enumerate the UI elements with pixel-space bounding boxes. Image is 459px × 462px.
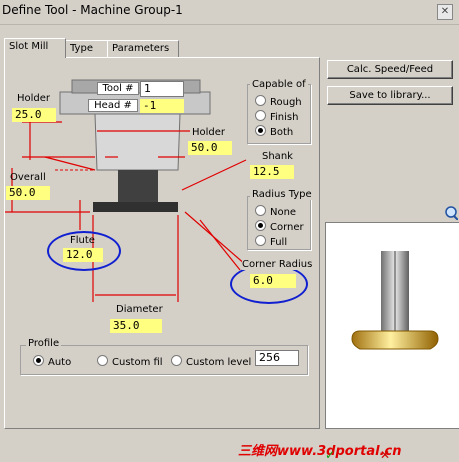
radio-custom-level-label: Custom level (186, 357, 252, 368)
radio-dot-selected (255, 125, 266, 136)
radio-none-label: None (270, 207, 297, 218)
overall-label: Overall (10, 172, 46, 183)
radio-custom-file-label: Custom fil (112, 357, 163, 368)
shank-field[interactable]: 12.5 (250, 165, 294, 179)
radio-none[interactable]: None (255, 205, 296, 218)
diameter-label: Diameter (116, 304, 163, 315)
corner-radius-label: Corner Radius (242, 259, 313, 270)
head-number-label: Head # (88, 99, 138, 112)
shank-label: Shank (262, 151, 293, 162)
flute-label: Flute (70, 235, 95, 246)
corner-radius-field[interactable]: 6.0 (250, 274, 296, 288)
holder-length-label: Holder (192, 127, 226, 138)
shank-shape (118, 170, 158, 202)
radio-dot (255, 110, 266, 121)
radio-dot (171, 355, 182, 366)
radio-corner[interactable]: Corner (255, 220, 304, 233)
radio-full[interactable]: Full (255, 235, 287, 248)
holder-dia-field[interactable]: 25.0 (12, 108, 56, 122)
holder-dia-label: Holder (17, 93, 51, 104)
holder-body-shape (94, 113, 181, 171)
diameter-field[interactable]: 35.0 (110, 319, 162, 333)
flute-field[interactable]: 12.0 (63, 248, 103, 262)
flute-disc-shape (93, 202, 178, 212)
overall-field[interactable]: 50.0 (6, 186, 50, 200)
zoom-icon[interactable] (444, 205, 459, 221)
radio-dot (255, 235, 266, 246)
radio-both[interactable]: Both (255, 125, 293, 138)
radio-custom-level[interactable]: Custom level (171, 355, 251, 368)
tool-preview-drawing (351, 251, 439, 350)
tool-number-label: Tool # (97, 82, 139, 95)
capable-of-label: Capable of (250, 79, 308, 90)
calc-speed-feed-button[interactable]: Calc. Speed/Feed (327, 60, 453, 79)
radio-auto-label: Auto (48, 357, 72, 368)
head-number-field[interactable]: -1 (140, 99, 184, 113)
save-to-library-button[interactable]: Save to library... (327, 86, 453, 105)
radio-dot-selected (33, 355, 44, 366)
holder-length-field[interactable]: 50.0 (188, 141, 232, 155)
radio-custom-file[interactable]: Custom fil (97, 355, 163, 368)
radio-dot (97, 355, 108, 366)
radio-finish-label: Finish (270, 112, 299, 123)
tab-slot-mill[interactable]: Slot Mill (4, 38, 66, 58)
watermark-text: 三维网www.3dportal.cn (238, 444, 402, 459)
preview-cutter-shape (351, 330, 439, 350)
radio-rough-label: Rough (270, 97, 302, 108)
radio-finish[interactable]: Finish (255, 110, 298, 123)
radio-dot (255, 205, 266, 216)
cancel-icon[interactable]: ✕ (380, 449, 392, 461)
radio-dot (255, 95, 266, 106)
radius-type-label: Radius Type (250, 189, 314, 200)
radio-rough[interactable]: Rough (255, 95, 302, 108)
radio-dot-selected (255, 220, 266, 231)
profile-level-field[interactable]: 256 (255, 350, 299, 366)
radio-full-label: Full (270, 237, 288, 248)
radio-corner-label: Corner (270, 222, 304, 233)
profile-label: Profile (26, 338, 62, 349)
tool-number-field[interactable]: 1 (140, 81, 184, 97)
tool-preview (325, 222, 459, 429)
ok-icon[interactable]: ✓ (325, 449, 337, 461)
radio-both-label: Both (270, 127, 294, 138)
radio-auto[interactable]: Auto (33, 355, 71, 368)
